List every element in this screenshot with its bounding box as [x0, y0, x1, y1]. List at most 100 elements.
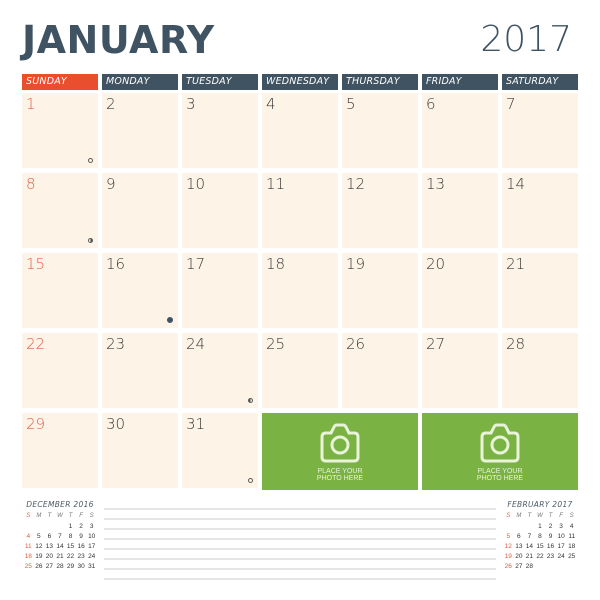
first-quarter-icon — [88, 238, 93, 243]
day-number: 2 — [106, 95, 116, 113]
day-cell[interactable]: 22 — [22, 333, 98, 408]
mini-day: 19 — [35, 552, 43, 560]
day-cell[interactable]: 30 — [102, 413, 178, 488]
mini-day — [514, 521, 525, 531]
mini-day: 3 — [559, 522, 563, 530]
day-number: 20 — [426, 255, 446, 273]
mini-day — [566, 561, 577, 571]
day-cell[interactable]: 8 — [22, 173, 98, 248]
day-cell[interactable]: 29 — [22, 413, 98, 488]
mini-day: 26 — [35, 562, 43, 570]
mini-weekday: W — [537, 513, 543, 519]
mini-day: 1 — [538, 522, 542, 530]
day-number: 24 — [186, 335, 206, 353]
full-moon-icon — [88, 158, 93, 163]
mini-day: 14 — [56, 542, 64, 550]
day-number: 10 — [186, 175, 206, 193]
day-cell[interactable]: 26 — [342, 333, 418, 408]
day-cell[interactable]: 6 — [422, 93, 498, 168]
day-cell[interactable]: 15 — [22, 253, 98, 328]
day-number: 30 — [106, 415, 126, 433]
mini-day: 22 — [66, 552, 75, 560]
day-number: 5 — [346, 95, 356, 113]
mini-weekday: T — [68, 513, 73, 519]
day-cell[interactable]: 19 — [342, 253, 418, 328]
mini-weekday: S — [506, 513, 511, 519]
day-cell[interactable]: 31 — [182, 413, 258, 488]
mini-day: 4 — [569, 522, 574, 530]
mini-day: 21 — [56, 552, 64, 560]
day-cell[interactable]: 25 — [262, 333, 338, 408]
day-cell[interactable]: 10 — [182, 173, 258, 248]
day-cell[interactable]: 5 — [342, 93, 418, 168]
label-line: PLACE YOUR — [477, 468, 523, 475]
day-cell[interactable]: 1 — [22, 93, 98, 168]
full-moon-icon — [248, 478, 253, 483]
day-number: 6 — [426, 95, 436, 113]
day-cell[interactable]: 24 — [182, 333, 258, 408]
mini-weekday: M — [36, 513, 42, 519]
day-cell[interactable]: 16 — [102, 253, 178, 328]
label-line: PLACE YOUR — [317, 468, 363, 475]
day-number: 21 — [506, 255, 526, 273]
mini-day: 21 — [525, 552, 534, 560]
mini-day: 8 — [538, 532, 542, 540]
day-cell[interactable]: 27 — [422, 333, 498, 408]
mini-day — [535, 561, 546, 571]
mini-weekday: S — [569, 513, 574, 519]
day-cell[interactable]: 11 — [262, 173, 338, 248]
mini-day: 13 — [515, 542, 523, 550]
mini-day: 28 — [525, 562, 534, 570]
mini-day: 14 — [525, 542, 534, 550]
weekday-header-thursday: THURSDAY — [342, 74, 418, 90]
day-cell[interactable]: 21 — [502, 253, 578, 328]
day-cell[interactable]: 7 — [502, 93, 578, 168]
note-line — [104, 568, 496, 570]
mini-weekday: W — [57, 513, 63, 519]
mini-day: 19 — [504, 552, 512, 560]
photo-placeholder[interactable]: PLACE YOUR PHOTO HERE — [262, 413, 418, 490]
mini-weekday: T — [47, 513, 52, 519]
photo-placeholder[interactable]: PLACE YOUR PHOTO HERE — [422, 413, 578, 490]
mini-day — [503, 521, 514, 531]
photo-placeholder-label: PLACE YOUR PHOTO HERE — [422, 468, 578, 482]
mini-day: 25 — [568, 552, 576, 560]
note-line — [104, 508, 496, 510]
day-number: 16 — [106, 255, 126, 273]
day-cell[interactable]: 20 — [422, 253, 498, 328]
note-line — [104, 538, 496, 540]
mini-day — [524, 521, 535, 531]
day-number: 18 — [266, 255, 286, 273]
label-line: PHOTO HERE — [476, 475, 524, 482]
mini-day — [44, 521, 55, 531]
day-cell[interactable]: 4 — [262, 93, 338, 168]
weekday-header-sunday: SUNDAY — [22, 74, 98, 90]
day-cell[interactable]: 12 — [342, 173, 418, 248]
mini-calendar-december-2016: DECEMBER 2016 S M T W T F S 1 2 3 4 5 6 7 8 9 10 11 12 13 14… — [20, 500, 100, 571]
mini-day: 13 — [45, 542, 54, 550]
day-number: 19 — [346, 255, 366, 273]
mini-day: 5 — [37, 532, 41, 540]
day-cell[interactable]: 28 — [502, 333, 578, 408]
day-cell[interactable]: 9 — [102, 173, 178, 248]
day-cell[interactable]: 17 — [182, 253, 258, 328]
day-cell[interactable]: 23 — [102, 333, 178, 408]
day-cell[interactable]: 13 — [422, 173, 498, 248]
day-number: 13 — [426, 175, 446, 193]
day-cell[interactable]: 2 — [102, 93, 178, 168]
mini-day: 20 — [515, 552, 523, 560]
day-cell[interactable]: 18 — [262, 253, 338, 328]
mini-day — [23, 521, 34, 531]
weekday-header-saturday: SATURDAY — [502, 74, 578, 90]
weekday-header-tuesday: TUESDAY — [182, 74, 258, 90]
mini-day — [545, 561, 556, 571]
day-cell[interactable]: 3 — [182, 93, 258, 168]
day-cell[interactable]: 14 — [502, 173, 578, 248]
mini-day — [34, 521, 45, 531]
mini-calendar-february-2017: FEBRUARY 2017 S M T W T F S 1 2 3 4 5 6 7 8 9 10 11 12 13 14… — [500, 500, 580, 571]
note-line — [104, 558, 496, 560]
mini-day: 9 — [548, 532, 553, 540]
day-number: 9 — [106, 175, 116, 193]
mini-day: 7 — [58, 532, 62, 540]
day-number: 26 — [346, 335, 366, 353]
